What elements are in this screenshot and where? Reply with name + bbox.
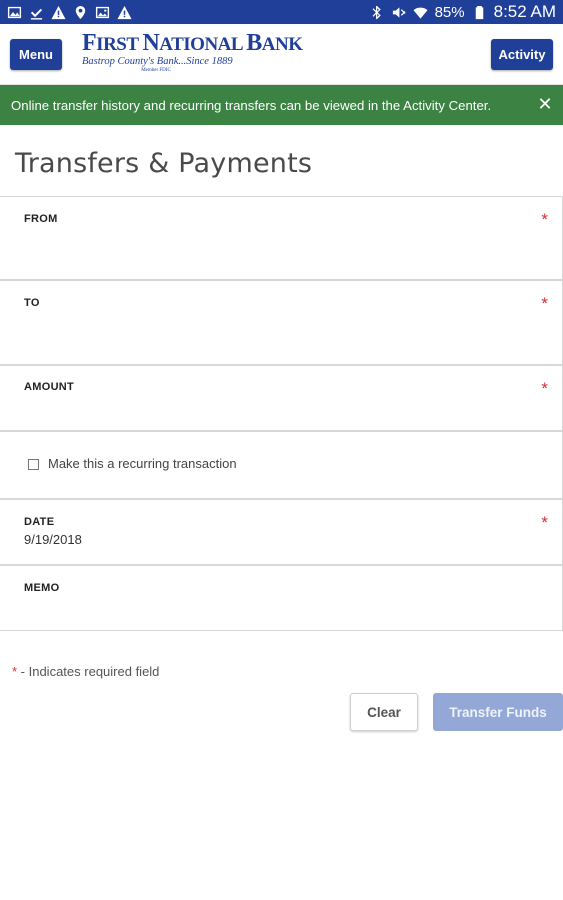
gallery-icon: [95, 5, 110, 20]
recurring-checkbox[interactable]: [28, 459, 39, 470]
required-asterisk: *: [541, 210, 548, 229]
recurring-row: Make this a recurring transaction: [0, 431, 563, 499]
from-field[interactable]: FROM *: [0, 196, 563, 280]
required-asterisk: *: [541, 513, 548, 532]
battery-percentage: 85%: [434, 3, 465, 21]
to-label: TO: [24, 297, 40, 309]
notice-banner: Online transfer history and recurring tr…: [0, 85, 563, 125]
bank-logo[interactable]: FIRST NATIONAL BANK Bastrop County's Ban…: [82, 30, 303, 78]
date-field[interactable]: DATE 9/19/2018 *: [0, 499, 563, 565]
notice-text: Online transfer history and recurring tr…: [11, 97, 492, 113]
date-label: DATE: [24, 516, 55, 528]
app-header: Menu FIRST NATIONAL BANK Bastrop County'…: [0, 24, 563, 85]
status-bar: 85% 8:52 AM: [0, 0, 563, 24]
required-note-text: - Indicates required field: [17, 664, 160, 679]
amount-label: AMOUNT: [24, 381, 75, 393]
battery-icon: [472, 5, 487, 20]
location-icon: [73, 5, 88, 20]
amount-field[interactable]: AMOUNT *: [0, 365, 563, 431]
menu-button[interactable]: Menu: [10, 39, 62, 70]
memo-field[interactable]: MEMO: [0, 565, 563, 631]
logo-member-fdic: Member FDIC: [141, 68, 171, 73]
wifi-icon: [413, 5, 428, 20]
required-asterisk: *: [541, 379, 548, 398]
date-value[interactable]: 9/19/2018: [24, 532, 82, 547]
clock: 8:52 AM: [493, 2, 556, 21]
from-label: FROM: [24, 213, 58, 225]
activity-button[interactable]: Activity: [491, 39, 553, 70]
status-bar-notifications: [7, 5, 132, 20]
download-done-icon: [29, 5, 44, 20]
logo-tagline: Bastrop County's Bank...Since 1889: [82, 56, 233, 67]
page-title: Transfers & Payments: [15, 148, 313, 179]
warning-icon: [117, 5, 132, 20]
recurring-label[interactable]: Make this a recurring transaction: [48, 456, 237, 471]
bluetooth-icon: [369, 5, 384, 20]
close-icon[interactable]: ✕: [537, 95, 553, 113]
transfer-funds-button[interactable]: Transfer Funds: [433, 693, 563, 731]
required-field-note: * - Indicates required field: [12, 664, 159, 679]
logo-name: FIRST NATIONAL BANK: [82, 30, 303, 56]
clear-button[interactable]: Clear: [350, 693, 418, 731]
image-icon: [7, 5, 22, 20]
warning-icon: [51, 5, 66, 20]
status-bar-system: 85% 8:52 AM: [369, 2, 556, 22]
required-asterisk: *: [541, 294, 548, 313]
to-field[interactable]: TO *: [0, 280, 563, 365]
mute-icon: [391, 5, 406, 20]
memo-label: MEMO: [24, 582, 60, 594]
